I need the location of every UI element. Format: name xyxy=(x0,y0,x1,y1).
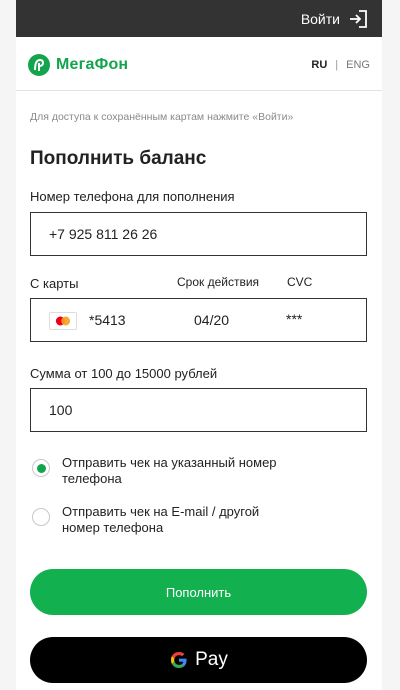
card-cvc[interactable]: *** xyxy=(286,311,302,327)
mastercard-icon xyxy=(49,312,77,330)
megafon-logo-icon xyxy=(28,54,50,76)
card-exp-label: Срок действия xyxy=(177,275,260,289)
page-title: Пополнить баланс xyxy=(30,148,207,169)
logo[interactable]: МегаФон xyxy=(28,54,128,76)
language-switcher: RU | ENG xyxy=(311,59,370,71)
saved-cards-hint: Для доступа к сохранённым картам нажмите… xyxy=(30,111,294,123)
receipt-option-email-label: Отправить чек на E-mail / другой номер т… xyxy=(62,504,260,535)
receipt-option-phone[interactable]: Отправить чек на указанный номер телефон… xyxy=(32,455,292,487)
payment-page: Войти МегаФон RU | ENG Для доступа к сох… xyxy=(16,0,382,690)
logo-text: МегаФон xyxy=(56,56,129,73)
google-pay-label: Pay xyxy=(195,649,228,670)
login-label: Войти xyxy=(300,11,340,27)
card-field[interactable]: *5413 04/20 *** xyxy=(30,298,367,342)
google-g-icon xyxy=(171,652,187,668)
receipt-option-email[interactable]: Отправить чек на E-mail / другой номер т… xyxy=(32,504,292,536)
login-arrow-icon xyxy=(350,10,367,28)
top-up-button-label: Пополнить xyxy=(165,584,232,600)
top-bar: Войти xyxy=(16,0,382,37)
receipt-radio-email[interactable] xyxy=(32,508,50,526)
lang-separator: | xyxy=(335,59,339,71)
lang-en[interactable]: ENG xyxy=(346,59,370,71)
phone-label: Номер телефона для пополнения xyxy=(30,189,235,204)
site-header: МегаФон RU | ENG xyxy=(16,37,382,91)
card-expiry[interactable]: 04/20 xyxy=(194,312,229,328)
login-button[interactable]: Войти xyxy=(301,8,368,30)
top-up-button[interactable]: Пополнить xyxy=(30,569,367,615)
phone-field[interactable]: +7 925 811 26 26 xyxy=(30,212,367,256)
phone-value: +7 925 811 26 26 xyxy=(49,226,158,242)
receipt-radio-phone[interactable] xyxy=(32,459,50,477)
card-cvc-label: CVC xyxy=(287,275,313,289)
receipt-option-phone-label: Отправить чек на указанный номер телефон… xyxy=(62,455,277,486)
google-pay-button[interactable]: Pay xyxy=(30,637,367,683)
lang-ru[interactable]: RU xyxy=(311,59,327,71)
amount-field[interactable]: 100 xyxy=(30,388,367,432)
amount-value: 100 xyxy=(49,402,73,418)
card-number: *5413 xyxy=(89,312,126,328)
card-label: С карты xyxy=(30,276,79,291)
amount-label: Сумма от 100 до 15000 рублей xyxy=(30,366,218,381)
